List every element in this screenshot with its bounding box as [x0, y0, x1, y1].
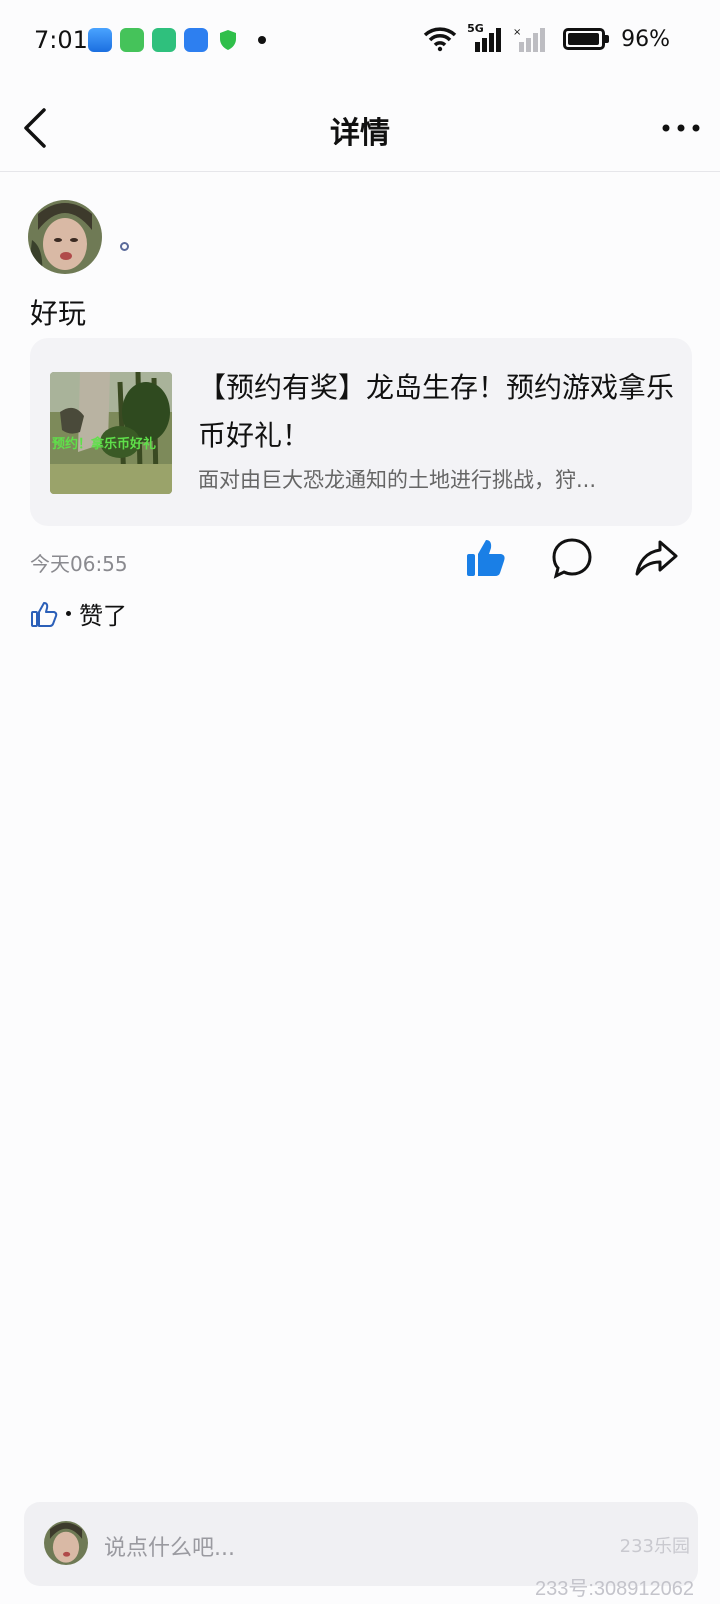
- post-time: 今天06:55: [30, 552, 128, 576]
- battery-app-icon: [152, 28, 176, 52]
- page-title: 详情: [330, 116, 390, 151]
- liked-separator-dot: [66, 611, 71, 616]
- status-time: 7:01: [34, 26, 88, 54]
- like-icon[interactable]: [464, 536, 508, 580]
- battery-icon: [563, 28, 610, 50]
- liked-text: 赞了: [79, 602, 127, 630]
- cellular-secondary-icon: ×: [513, 27, 546, 52]
- game-link-card[interactable]: 预约！拿乐币好礼 【预约有奖】龙岛生存！预约游戏拿乐币好礼！ 面对由巨大恐龙通知…: [30, 338, 692, 526]
- more-dots-icon[interactable]: [660, 110, 702, 146]
- shield-icon: [216, 28, 240, 52]
- status-app-icons: [88, 28, 266, 52]
- wifi-icon: [423, 27, 457, 52]
- files-icon: [184, 28, 208, 52]
- battery-fill: [568, 33, 600, 45]
- status-bar: 7:01 5G × 96%: [0, 0, 720, 84]
- svg-text:×: ×: [513, 27, 521, 38]
- author-avatar[interactable]: [28, 200, 102, 274]
- thumbnail-caption: 预约！拿乐币好礼: [52, 436, 156, 452]
- my-avatar: [44, 1521, 88, 1565]
- card-description: 面对由巨大恐龙通知的土地进行挑战，狩...: [198, 468, 597, 492]
- top-nav-bar: 详情: [0, 84, 720, 172]
- watermark-id: 233号:308912062: [534, 1578, 694, 1600]
- calculator-icon: [120, 28, 144, 52]
- battery-percent: 96%: [621, 26, 670, 52]
- status-right: 5G × 96%: [423, 22, 670, 52]
- notification-dot: [258, 36, 266, 44]
- watermark-logo: 233乐园: [619, 1536, 690, 1557]
- weather-icon: [88, 28, 112, 52]
- liked-row[interactable]: 赞了: [30, 596, 127, 631]
- comment-icon[interactable]: [550, 536, 594, 580]
- post-text: 好玩: [30, 297, 87, 330]
- cellular-5g-icon: 5G: [467, 22, 503, 52]
- game-thumbnail: 预约！拿乐币好礼: [50, 372, 172, 494]
- card-title: 【预约有奖】龙岛生存！预约游戏拿乐币好礼！: [198, 371, 675, 452]
- comment-input[interactable]: 说点什么吧...: [104, 1530, 235, 1562]
- share-icon[interactable]: [634, 536, 678, 580]
- like-outline-icon: [31, 601, 58, 627]
- user-badge-dot: [120, 242, 129, 251]
